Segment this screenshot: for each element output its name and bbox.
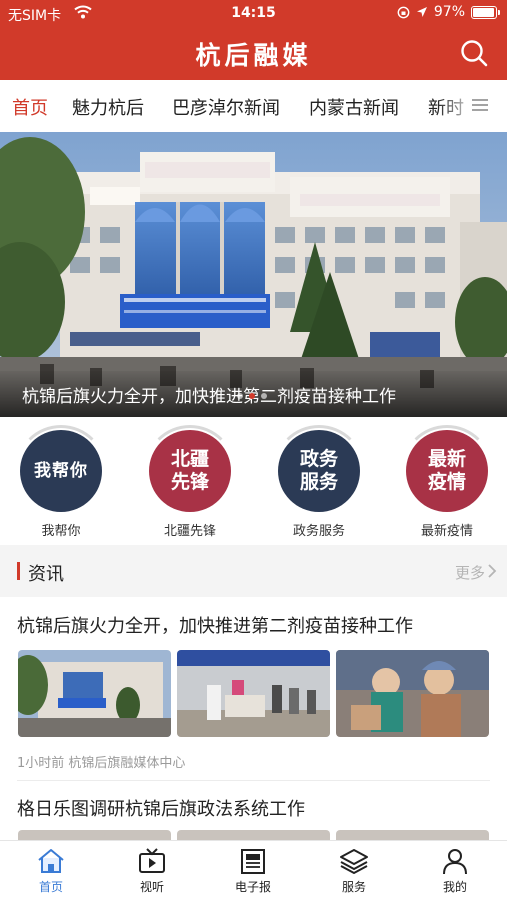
layers-icon [340,849,368,874]
carousel-dot-active[interactable] [249,393,255,399]
government-services-badge-icon: 政务服务 [273,425,365,517]
tv-icon [139,848,165,873]
channel-menu-icon[interactable] [471,97,489,113]
tab-home[interactable]: 首页 [12,94,48,120]
section-accent-bar [17,562,20,580]
news-item-title[interactable]: 格日乐图调研杭锦后旗政法系统工作 [17,795,305,821]
carousel-indicator [237,393,267,399]
news-section-header: 资讯 更多 [0,545,507,597]
app-title: 杭后融媒 [195,41,312,70]
hero-caption: 杭锦后旗火力全开，加快推进第二剂疫苗接种工作 [22,387,396,407]
news-item-meta: 1小时前 杭锦后旗融媒体中心 [17,756,186,771]
chevron-right-icon[interactable] [487,564,497,578]
quick-entry-label: 北疆先锋 [163,524,216,539]
news-item-title[interactable]: 杭锦后旗火力全开，加快推进第二剂疫苗接种工作 [17,612,413,638]
orientation-lock-icon [397,6,410,18]
person-icon [443,849,467,875]
nav-home[interactable]: 首页 [11,847,91,895]
nav-e-paper[interactable]: 电子报 [213,847,293,895]
quick-entry-grid: 我帮你 我帮你 北疆先锋 北疆先锋 政务服务 政务服务 最新疫情 最新疫情 [0,420,507,542]
latest-epidemic-badge-icon: 最新疫情 [401,425,493,517]
quick-entry-latest-epidemic[interactable]: 最新疫情 最新疫情 [397,425,497,539]
tab-charm-hanghou[interactable]: 魅力杭后 [72,94,144,120]
home-icon [38,849,64,873]
bottom-nav: 首页 视听 电子报 服务 我的 [0,840,507,900]
app-header: 无SIM卡 14:15 97% 杭后融媒 [0,0,507,80]
carousel-dot[interactable] [237,393,243,399]
quick-entry-government-services[interactable]: 政务服务 政务服务 [269,425,369,539]
nav-audio-video[interactable]: 视听 [112,847,192,895]
quick-entry-label: 我帮你 [41,524,81,539]
search-icon[interactable] [459,38,489,68]
nav-profile[interactable]: 我的 [415,847,495,895]
news-divider [17,780,490,781]
hero-banner[interactable]: 杭锦后旗火力全开，加快推进第二剂疫苗接种工作 [0,132,507,417]
quick-entry-northern-pioneer[interactable]: 北疆先锋 北疆先锋 [140,425,240,539]
location-arrow-icon [416,7,427,17]
carousel-dot[interactable] [261,393,267,399]
help-you-badge-icon: 我帮你 [15,425,107,517]
quick-entry-label: 最新疫情 [420,524,473,539]
quick-entry-label: 政务服务 [292,524,345,539]
battery-icon [471,5,500,19]
status-bar: 无SIM卡 14:15 97% [0,0,507,28]
battery-percent: 97% [433,4,465,20]
more-link[interactable]: 更多 [455,562,485,583]
quick-entry-help-you[interactable]: 我帮你 我帮你 [11,425,111,539]
newspaper-icon [241,849,265,874]
nav-services[interactable]: 服务 [314,847,394,895]
tab-bayannur-news[interactable]: 巴彦淖尔新闻 [172,94,280,120]
news-item-thumbnails[interactable] [18,650,490,738]
tab-inner-mongolia-news[interactable]: 内蒙古新闻 [309,94,399,120]
section-title: 资讯 [28,564,64,585]
news-thumbnail-vaccine-shot [336,650,489,737]
news-thumbnail-vaccination-queue [177,650,330,737]
northern-pioneer-badge-icon: 北疆先锋 [144,425,236,517]
news-thumbnail-building [18,650,171,737]
channel-tabs: 首页 魅力杭后 巴彦淖尔新闻 内蒙古新闻 新时 [0,80,507,130]
